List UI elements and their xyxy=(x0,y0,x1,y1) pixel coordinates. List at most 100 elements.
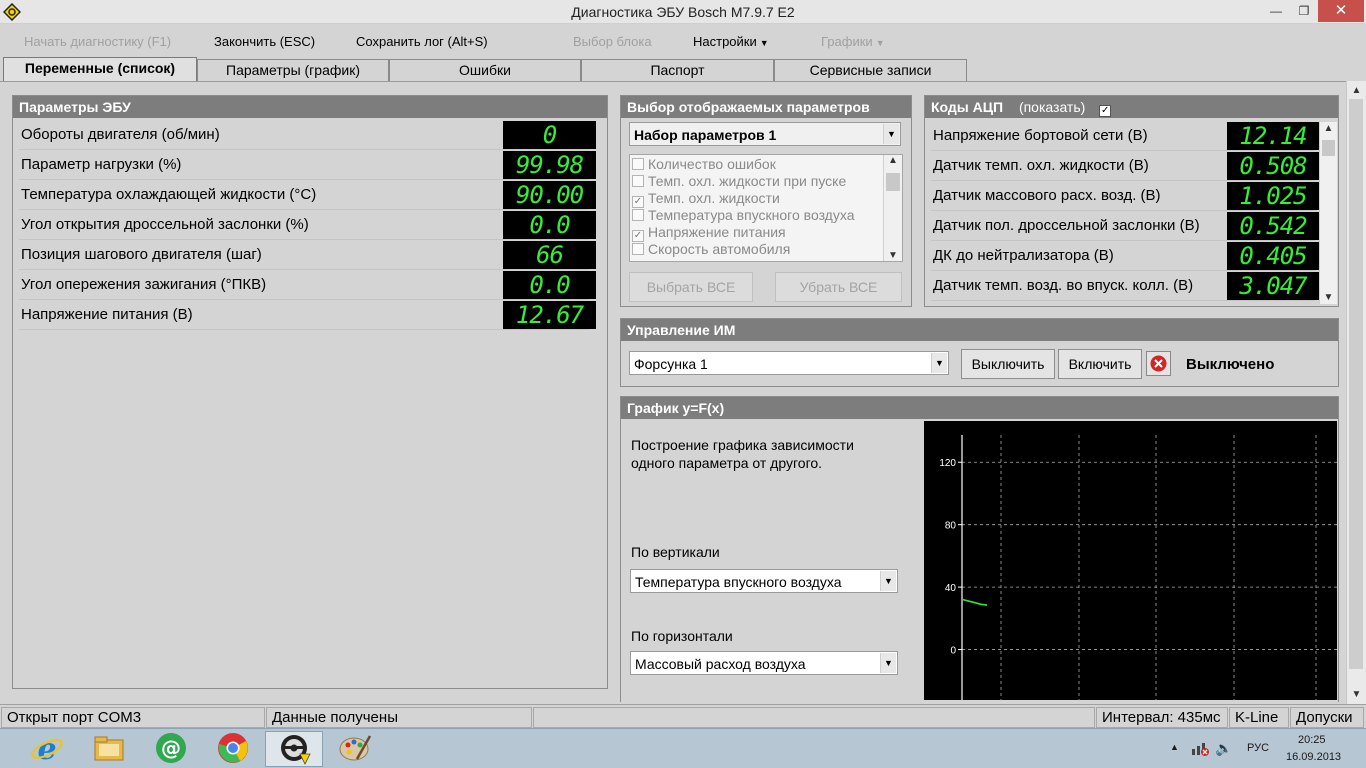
graphs-menu[interactable]: Графики ▼ xyxy=(821,34,885,49)
adc-row: Напряжение бортовой сети (В) 12.14 xyxy=(931,121,1319,151)
ecu-param-label: Угол опережения зажигания (°ПКВ) xyxy=(21,276,267,293)
clock-time[interactable]: 20:25 xyxy=(1298,734,1326,746)
chevron-down-icon: ▼ xyxy=(875,38,885,48)
file-explorer-icon[interactable] xyxy=(82,731,136,767)
ecu-param-label: Напряжение питания (В) xyxy=(21,306,193,323)
adc-show-checkbox[interactable]: ✓ xyxy=(1099,105,1112,117)
chevron-down-icon[interactable]: ▼ xyxy=(880,653,896,673)
tray-expand-icon[interactable]: ▲ xyxy=(1170,742,1179,752)
restore-icon[interactable]: ❐ xyxy=(1290,0,1318,22)
minimize-icon[interactable]: — xyxy=(1262,0,1290,22)
adc-row: Датчик темп. охл. жидкости (В) 0.508 xyxy=(931,151,1319,181)
block-select-button[interactable]: Выбор блока xyxy=(573,34,652,49)
param-checklist[interactable]: Количество ошибок Темп. охл. жидкости при… xyxy=(629,154,903,262)
title-bar: Диагностика ЭБУ Bosch M7.9.7 E2 — ❐ ✕ xyxy=(0,0,1366,24)
vertical-axis-label: По вертикали xyxy=(631,544,720,560)
ecu-param-value: 66 xyxy=(503,241,596,269)
actuator-select[interactable]: Форсунка 1 ▼ xyxy=(629,351,949,375)
network-warning-icon[interactable] xyxy=(1190,739,1210,760)
horizontal-param-value: Массовый расход воздуха xyxy=(635,656,806,672)
scroll-thumb[interactable] xyxy=(886,173,900,191)
param-checklist-label: Температура впускного воздуха xyxy=(648,207,855,223)
status-tolerances: Допуски xyxy=(1290,707,1364,728)
window-title: Диагностика ЭБУ Bosch M7.9.7 E2 xyxy=(571,4,795,20)
param-checklist-item[interactable]: Количество ошибок xyxy=(630,156,902,173)
adc-show-label: (показать) xyxy=(1018,99,1086,115)
horizontal-param-select[interactable]: Массовый расход воздуха ▼ xyxy=(630,651,898,675)
ecu-params-panel: Параметры ЭБУ Обороты двигателя (об/мин)… xyxy=(12,95,608,689)
vertical-param-select[interactable]: Температура впускного воздуха ▼ xyxy=(630,569,898,593)
internet-explorer-icon[interactable]: e xyxy=(20,731,74,767)
start-diagnostics-button[interactable]: Начать диагностику (F1) xyxy=(24,34,171,49)
settings-menu[interactable]: Настройки ▼ xyxy=(693,34,769,49)
main-scrollbar[interactable]: ▲ ▼ xyxy=(1346,81,1366,704)
param-checklist-item[interactable]: Температура впускного воздуха xyxy=(630,207,902,224)
close-icon[interactable]: ✕ xyxy=(1318,0,1364,22)
param-checklist-item[interactable]: Скорость автомобиля xyxy=(630,241,902,258)
adc-value: 0.508 xyxy=(1227,152,1319,180)
language-indicator[interactable]: РУС xyxy=(1247,742,1269,754)
chrome-icon[interactable] xyxy=(206,731,260,767)
ecu-param-row: Параметр нагрузки (%) 99.98 xyxy=(19,150,596,180)
chevron-down-icon[interactable]: ▼ xyxy=(883,124,899,144)
param-checkbox[interactable] xyxy=(632,209,644,221)
mail-agent-icon[interactable]: @ xyxy=(144,731,198,767)
ecu-panel-title: Параметры ЭБУ xyxy=(13,96,607,118)
toolbar: Начать диагностику (F1) Закончить (ESC) … xyxy=(0,25,1366,57)
scroll-up-icon[interactable]: ▲ xyxy=(1320,123,1337,134)
ecu-param-label: Параметр нагрузки (%) xyxy=(21,156,182,173)
chevron-down-icon[interactable]: ▼ xyxy=(931,353,947,373)
tab-bar: Переменные (список) Параметры (график) О… xyxy=(0,57,1366,82)
param-checkbox[interactable] xyxy=(632,243,644,255)
select-all-button[interactable]: Выбрать ВСЕ xyxy=(629,272,753,302)
param-checklist-item[interactable]: Темп. охл. жидкости при пуске xyxy=(630,173,902,190)
save-log-button[interactable]: Сохранить лог (Alt+S) xyxy=(356,34,488,49)
adc-label: ДК до нейтрализатора (В) xyxy=(933,247,1114,264)
tab-service-records[interactable]: Сервисные записи xyxy=(774,59,967,81)
chart-series-line xyxy=(962,598,988,606)
scroll-down-icon[interactable]: ▼ xyxy=(884,250,902,261)
ecu-param-value: 90.00 xyxy=(503,181,596,209)
volume-icon[interactable]: 🔈 xyxy=(1215,740,1232,757)
steering-wheel-app-icon[interactable] xyxy=(265,731,323,767)
tab-passport[interactable]: Паспорт xyxy=(581,59,774,81)
tab-variables-list[interactable]: Переменные (список) xyxy=(3,57,197,82)
scroll-up-icon[interactable]: ▲ xyxy=(884,155,902,166)
scroll-down-icon[interactable]: ▼ xyxy=(1347,689,1366,700)
param-checkbox[interactable] xyxy=(632,158,644,170)
tab-errors[interactable]: Ошибки xyxy=(389,59,581,81)
param-checklist-label: Темп. охл. жидкости при пуске xyxy=(648,173,847,189)
param-checklist-item[interactable]: ✓ Напряжение питания xyxy=(630,224,902,242)
svg-text:e: e xyxy=(37,732,56,765)
param-checklist-label: Напряжение питания xyxy=(648,224,786,240)
scroll-up-icon[interactable]: ▲ xyxy=(1347,85,1366,96)
adc-label: Датчик темп. охл. жидкости (В) xyxy=(933,157,1149,174)
clock-date[interactable]: 16.09.2013 xyxy=(1286,751,1341,763)
turn-on-button[interactable]: Включить xyxy=(1058,349,1142,379)
checklist-scrollbar[interactable]: ▲ ▼ xyxy=(883,155,902,261)
adc-scrollbar[interactable]: ▲ ▼ xyxy=(1319,122,1337,304)
turn-off-button[interactable]: Выключить xyxy=(961,349,1055,379)
main-scroll-thumb[interactable] xyxy=(1349,99,1363,669)
stop-button[interactable]: Закончить (ESC) xyxy=(214,34,315,49)
chevron-down-icon: ▼ xyxy=(759,38,769,48)
chevron-down-icon[interactable]: ▼ xyxy=(880,571,896,591)
ecu-param-value: 0 xyxy=(503,121,596,149)
graph-description-line1: Построение графика зависимости xyxy=(631,437,854,453)
svg-text:@: @ xyxy=(161,736,181,760)
adc-value: 3.047 xyxy=(1227,272,1319,300)
chart-y-tick-label: 80 xyxy=(945,521,957,532)
tab-parameters-graph[interactable]: Параметры (график) xyxy=(197,59,389,81)
error-x-icon xyxy=(1146,351,1171,376)
scroll-thumb[interactable] xyxy=(1322,140,1335,156)
actuator-status: Выключено xyxy=(1186,356,1275,373)
param-checklist-item-partial xyxy=(630,258,902,261)
scroll-down-icon[interactable]: ▼ xyxy=(1320,292,1337,303)
param-checklist-item[interactable]: ✓ Темп. охл. жидкости xyxy=(630,190,902,208)
param-checkbox[interactable] xyxy=(632,175,644,187)
paint-icon[interactable] xyxy=(328,731,382,767)
clear-all-button[interactable]: Убрать ВСЕ xyxy=(775,272,902,302)
ecu-param-label: Температура охлаждающей жидкости (°C) xyxy=(21,186,317,203)
param-set-select[interactable]: Набор параметров 1 ▼ xyxy=(629,122,901,146)
param-checklist-label: Количество ошибок xyxy=(648,156,776,172)
